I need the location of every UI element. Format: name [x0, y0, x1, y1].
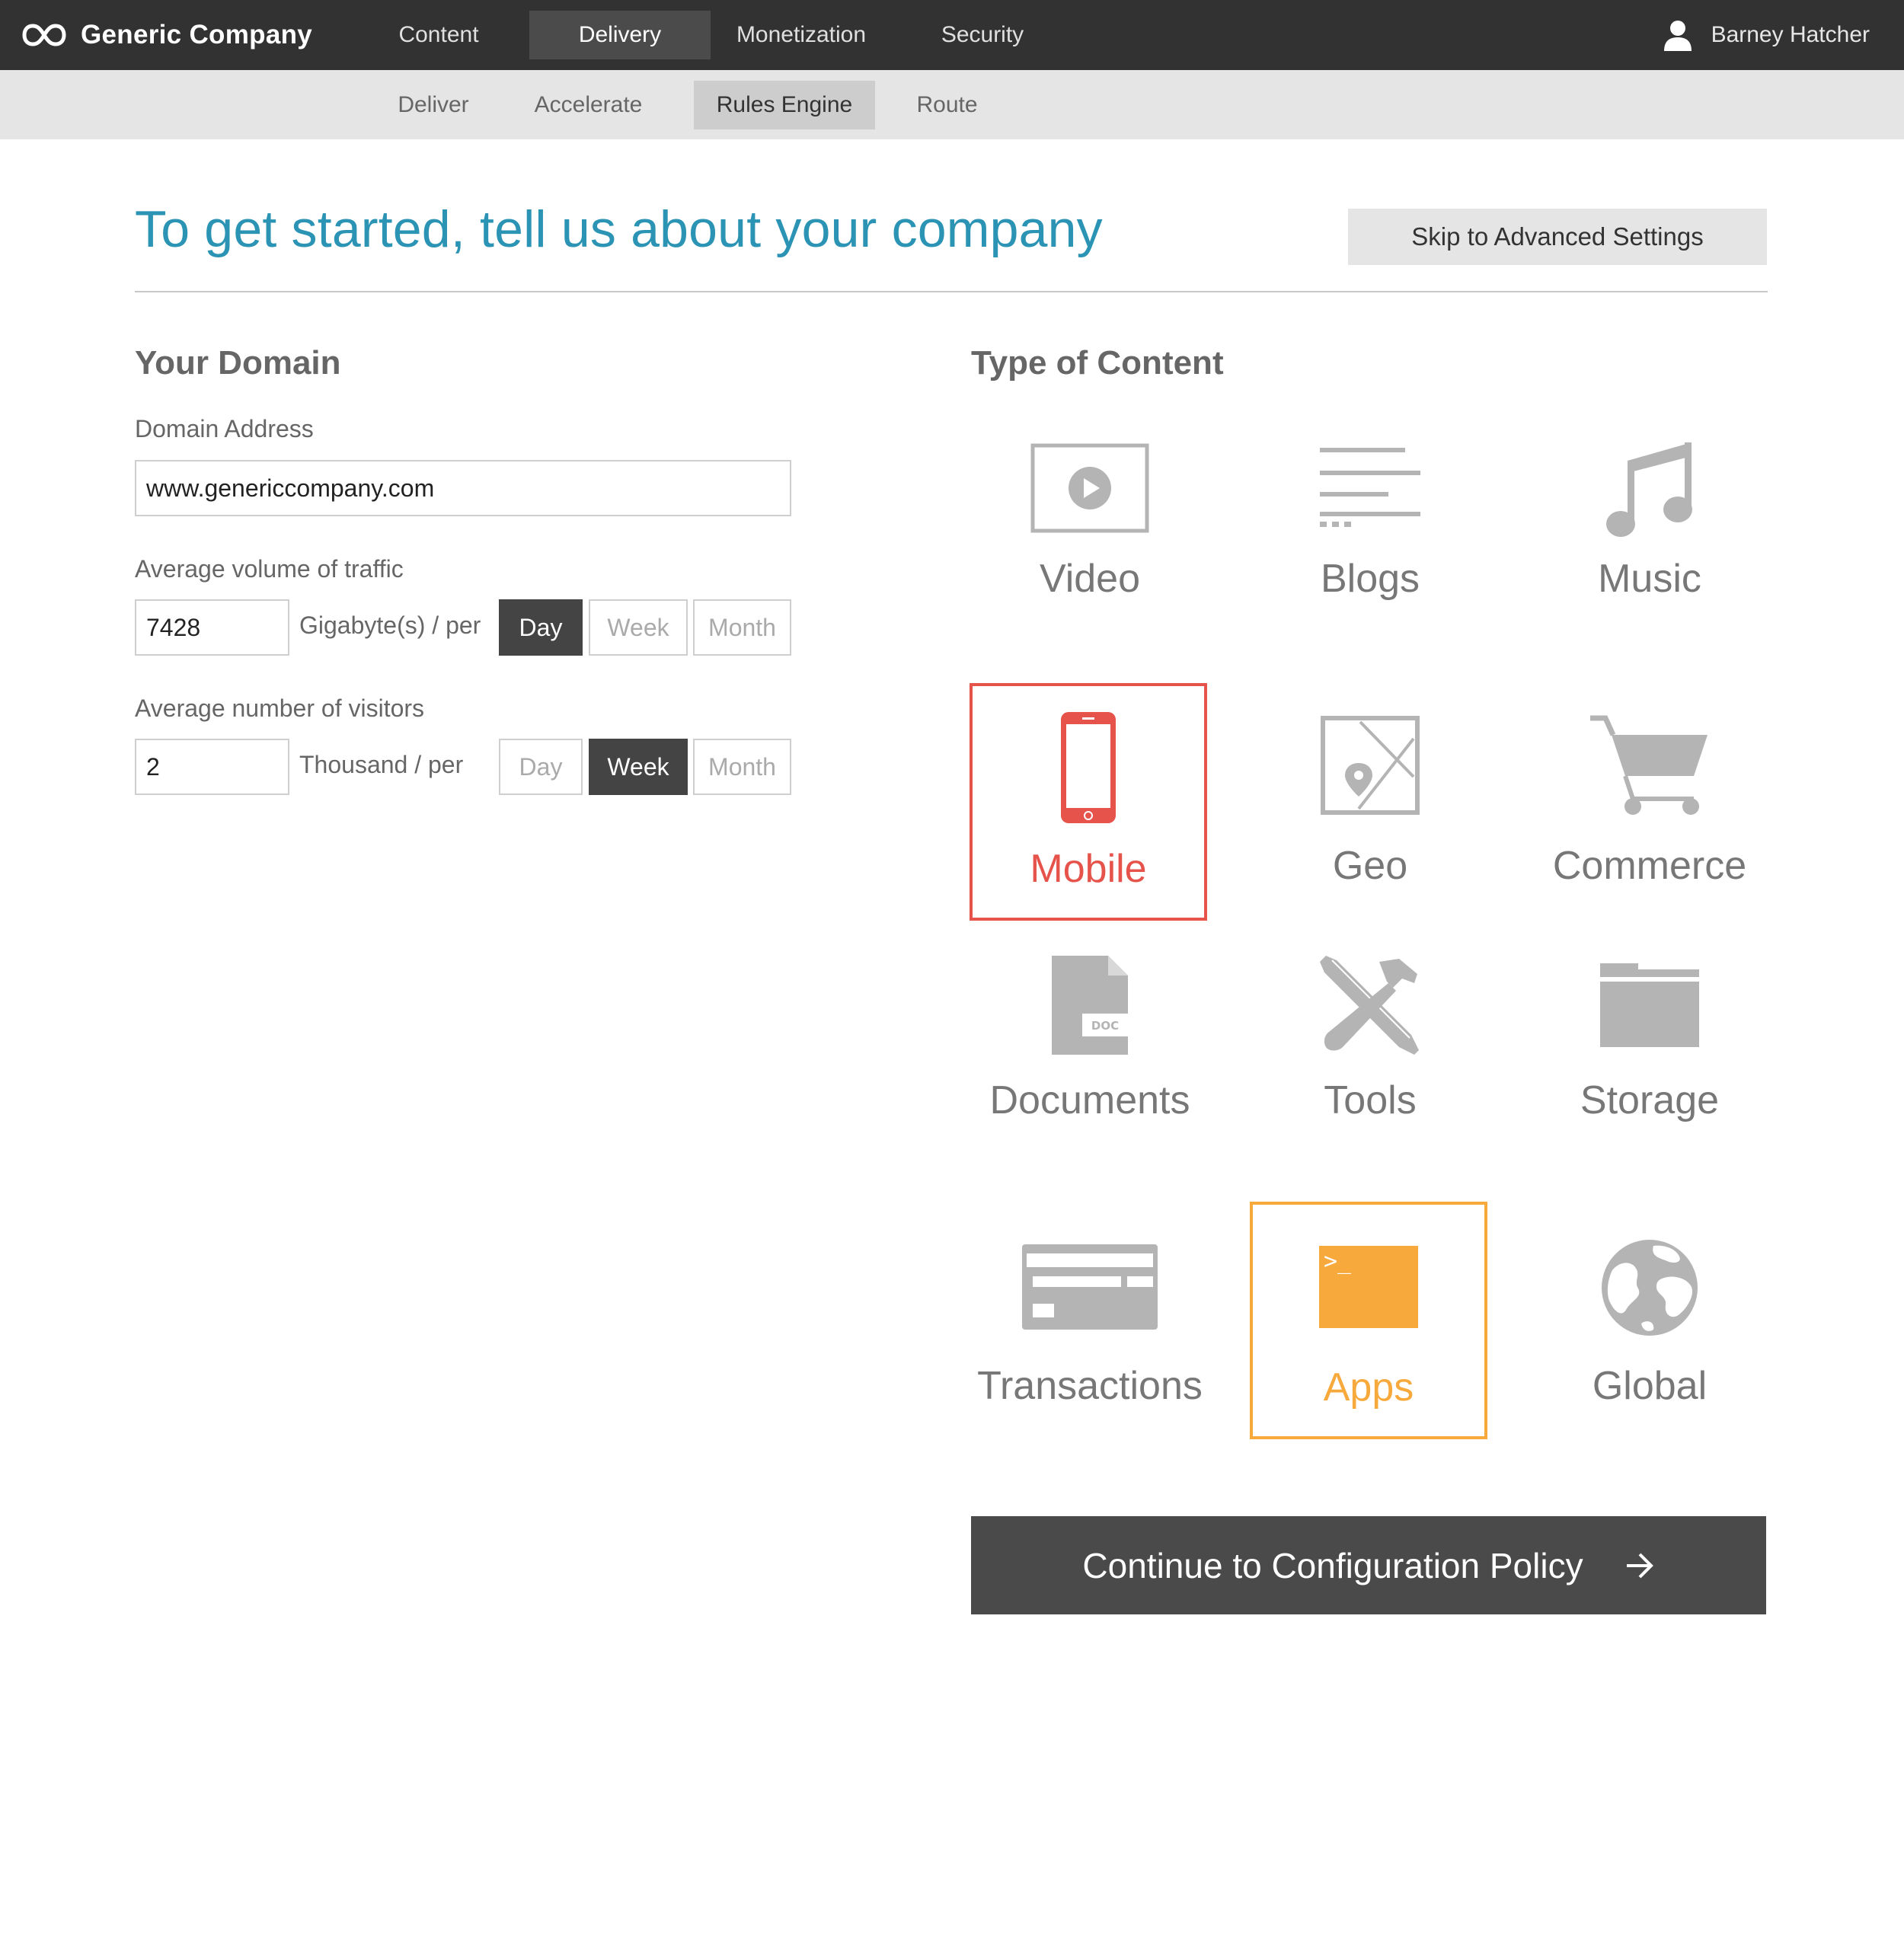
visitors-input[interactable]	[135, 739, 289, 795]
content-type-documents[interactable]: DOC Documents	[971, 944, 1209, 1182]
content-type-label: Blogs	[1320, 557, 1420, 601]
content-type-label: Music	[1598, 557, 1701, 601]
content-type-label: Mobile	[1030, 847, 1147, 891]
top-navigation-bar: Generic Company Content Delivery Monetiz…	[0, 0, 1904, 70]
folder-icon	[1600, 963, 1699, 1047]
content-type-label: Global	[1592, 1364, 1708, 1408]
content-type-blogs[interactable]: Blogs	[1251, 419, 1489, 656]
content-type-global[interactable]: Global	[1531, 1203, 1768, 1441]
subnav-accelerate[interactable]: Accelerate	[518, 81, 659, 129]
continue-button-label: Continue to Configuration Policy	[1082, 1545, 1583, 1585]
tools-icon	[1320, 956, 1419, 1055]
terminal-icon: >_	[1319, 1246, 1418, 1328]
credit-card-icon	[1022, 1244, 1158, 1330]
topnav-content[interactable]: Content	[366, 11, 511, 59]
traffic-period-month[interactable]: Month	[693, 599, 791, 656]
skip-to-advanced-settings-button[interactable]: Skip to Advanced Settings	[1348, 209, 1767, 265]
content-type-storage[interactable]: Storage	[1531, 944, 1768, 1182]
content-type-label: Storage	[1580, 1078, 1720, 1122]
user-icon	[1663, 21, 1692, 51]
cart-icon	[1590, 715, 1708, 815]
content-type-video[interactable]: Video	[971, 419, 1209, 656]
visitors-period-week[interactable]: Week	[589, 739, 688, 795]
sub-navigation-bar: Deliver Accelerate Rules Engine Route	[0, 70, 1904, 139]
visitors-period-month[interactable]: Month	[693, 739, 791, 795]
arrow-right-icon	[1626, 1553, 1653, 1578]
subnav-route[interactable]: Route	[899, 81, 995, 129]
mobile-icon	[1061, 712, 1116, 823]
video-icon	[1030, 443, 1149, 533]
page-title: To get started, tell us about your compa…	[135, 200, 1103, 258]
content-type-apps[interactable]: >_ Apps	[1250, 1202, 1487, 1439]
doc-badge-text: DOC	[1091, 1019, 1119, 1033]
content-type-geo[interactable]: Geo	[1251, 683, 1489, 921]
content-type-label: Tools	[1324, 1078, 1417, 1122]
content-type-label: Video	[1039, 557, 1141, 601]
content-type-transactions[interactable]: Transactions	[971, 1203, 1209, 1441]
domain-address-label: Domain Address	[135, 415, 314, 442]
traffic-volume-label: Average volume of traffic	[135, 555, 404, 583]
brand[interactable]: Generic Company	[21, 0, 312, 70]
type-of-content-heading: Type of Content	[971, 344, 1224, 382]
content-type-music[interactable]: Music	[1531, 419, 1768, 656]
infinity-logo-icon	[22, 24, 66, 46]
continue-button[interactable]: Continue to Configuration Policy	[971, 1516, 1766, 1614]
content-type-tools[interactable]: Tools	[1251, 944, 1489, 1182]
content-type-commerce[interactable]: Commerce	[1531, 683, 1768, 921]
visitors-label: Average number of visitors	[135, 695, 425, 722]
subnav-rules-engine[interactable]: Rules Engine	[694, 81, 875, 129]
visitors-period-day[interactable]: Day	[499, 739, 583, 795]
user-name: Barney Hatcher	[1711, 22, 1870, 47]
traffic-volume-input[interactable]	[135, 599, 289, 656]
content-type-label: Apps	[1323, 1365, 1414, 1410]
topnav-security[interactable]: Security	[906, 11, 1059, 59]
content-type-label: Commerce	[1552, 844, 1747, 888]
blogs-icon	[1320, 448, 1420, 527]
content-type-label: Documents	[989, 1078, 1190, 1122]
terminal-prompt-text: >_	[1324, 1248, 1352, 1275]
traffic-period-day[interactable]: Day	[499, 599, 583, 656]
globe-icon	[1602, 1240, 1698, 1336]
content-type-mobile[interactable]: Mobile	[970, 683, 1207, 921]
brand-name: Generic Company	[81, 20, 313, 49]
divider	[135, 291, 1768, 292]
map-icon	[1321, 716, 1420, 815]
topnav-delivery[interactable]: Delivery	[529, 11, 711, 59]
domain-address-input[interactable]	[135, 460, 791, 516]
music-icon	[1606, 442, 1692, 537]
subnav-deliver[interactable]: Deliver	[373, 81, 494, 129]
traffic-unit-label: Gigabyte(s) / per	[299, 611, 481, 639]
content-type-label: Transactions	[977, 1364, 1203, 1408]
document-icon: DOC	[1052, 956, 1128, 1055]
traffic-period-week[interactable]: Week	[589, 599, 688, 656]
visitors-unit-label: Thousand / per	[299, 751, 464, 778]
topnav-monetization[interactable]: Monetization	[720, 11, 883, 59]
content-type-label: Geo	[1332, 844, 1408, 888]
your-domain-heading: Your Domain	[135, 344, 341, 382]
user-menu[interactable]: Barney Hatcher	[1663, 0, 1870, 70]
